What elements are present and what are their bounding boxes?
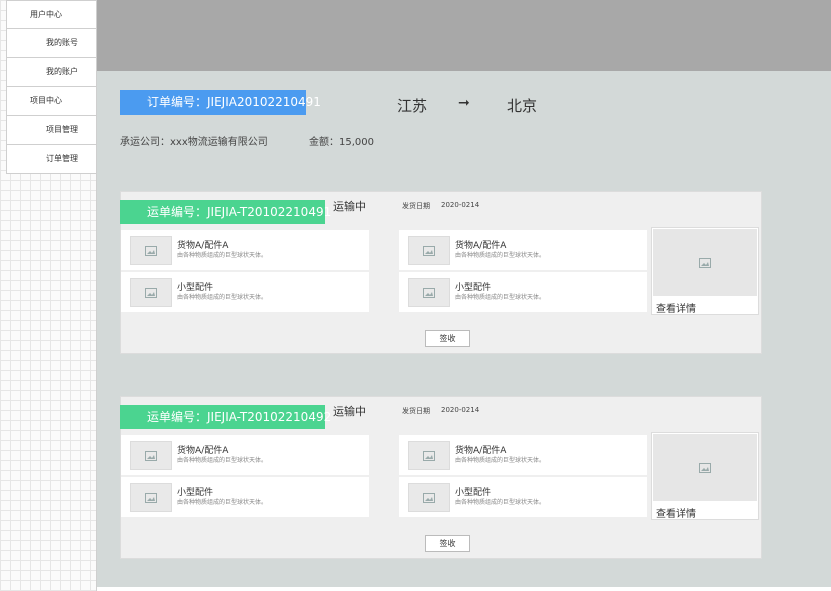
view-details-link[interactable]: 查看详情 (656, 505, 696, 520)
sidebar-item-my-accounts[interactable]: 我的账户 (6, 58, 97, 87)
cargo-item: 小型配件 由各种物质组成的巨型球状天体。 (399, 272, 647, 312)
shipment-detail-panel[interactable]: 查看详情 (651, 227, 759, 315)
cargo-item: 货物A/配件A 由各种物质组成的巨型球状天体。 (121, 435, 369, 475)
sidebar-menu: 用户中心 我的账号 我的账户 项目中心 项目管理 订单管理 (6, 0, 97, 174)
image-placeholder-icon (653, 434, 757, 501)
shipment-card: 运单编号：JIEJIA-T20102210491 运输中 发货日期 2020-0… (120, 191, 762, 354)
shipment-number-badge: 运单编号：JIEJIA-T20102210492 (120, 405, 331, 429)
ship-date: 2020-0214 (441, 406, 480, 414)
image-placeholder-icon (408, 483, 450, 512)
image-placeholder-icon (653, 229, 757, 296)
header-band (97, 0, 831, 71)
shipment-detail-panel[interactable]: 查看详情 (651, 432, 759, 520)
shipment-card: 运单编号：JIEJIA-T20102210492 运输中 发货日期 2020-0… (120, 396, 762, 559)
cargo-item: 货物A/配件A 由各种物质组成的巨型球状天体。 (399, 435, 647, 475)
cargo-item: 货物A/配件A 由各种物质组成的巨型球状天体。 (399, 230, 647, 270)
cargo-item-desc: 由各种物质组成的巨型球状天体。 (177, 294, 268, 301)
image-placeholder-icon (130, 236, 172, 265)
ship-date-label: 发货日期 (402, 407, 430, 415)
cargo-item-desc: 由各种物质组成的巨型球状天体。 (455, 457, 546, 464)
image-placeholder-icon (130, 441, 172, 470)
sign-for-button[interactable]: 签收 (425, 535, 470, 552)
cargo-item: 货物A/配件A 由各种物质组成的巨型球状天体。 (121, 230, 369, 270)
route-arrow-icon: ➞ (458, 95, 470, 111)
sidebar-item-order-management[interactable]: 订单管理 (6, 145, 97, 174)
shipment-status: 运输中 (333, 200, 366, 213)
cargo-item-desc: 由各种物质组成的巨型球状天体。 (455, 499, 546, 506)
cargo-item-desc: 由各种物质组成的巨型球状天体。 (177, 457, 268, 464)
sign-for-button[interactable]: 签收 (425, 330, 470, 347)
sidebar-item-project-center[interactable]: 项目中心 (6, 87, 97, 116)
view-details-link[interactable]: 查看详情 (656, 300, 696, 315)
cargo-item: 小型配件 由各种物质组成的巨型球状天体。 (121, 477, 369, 517)
cargo-item-desc: 由各种物质组成的巨型球状天体。 (177, 252, 268, 259)
sidebar-item-my-account[interactable]: 我的账号 (6, 29, 97, 58)
route-origin: 江苏 (397, 97, 428, 115)
cargo-item: 小型配件 由各种物质组成的巨型球状天体。 (399, 477, 647, 517)
image-placeholder-icon (408, 236, 450, 265)
cargo-item-desc: 由各种物质组成的巨型球状天体。 (455, 294, 546, 301)
image-placeholder-icon (130, 483, 172, 512)
carrier-company: 承运公司：xxx物流运输有限公司 (120, 137, 268, 148)
order-number-badge: 订单编号：JIEJIA20102210491 (120, 90, 321, 115)
ship-date-label: 发货日期 (402, 202, 430, 210)
sidebar: 用户中心 我的账号 我的账户 项目中心 项目管理 订单管理 (0, 0, 97, 591)
sidebar-item-project-management[interactable]: 项目管理 (6, 116, 97, 145)
image-placeholder-icon (408, 278, 450, 307)
ship-date: 2020-0214 (441, 201, 480, 209)
route-destination: 北京 (507, 97, 538, 115)
shipment-number-badge: 运单编号：JIEJIA-T20102210491 (120, 200, 331, 224)
bottom-divider (97, 587, 831, 591)
order-amount: 金额：15,000 (309, 137, 374, 148)
cargo-item: 小型配件 由各种物质组成的巨型球状天体。 (121, 272, 369, 312)
shipment-status: 运输中 (333, 405, 366, 418)
cargo-item-desc: 由各种物质组成的巨型球状天体。 (455, 252, 546, 259)
image-placeholder-icon (408, 441, 450, 470)
cargo-item-desc: 由各种物质组成的巨型球状天体。 (177, 499, 268, 506)
sidebar-item-user-center[interactable]: 用户中心 (6, 0, 97, 29)
image-placeholder-icon (130, 278, 172, 307)
